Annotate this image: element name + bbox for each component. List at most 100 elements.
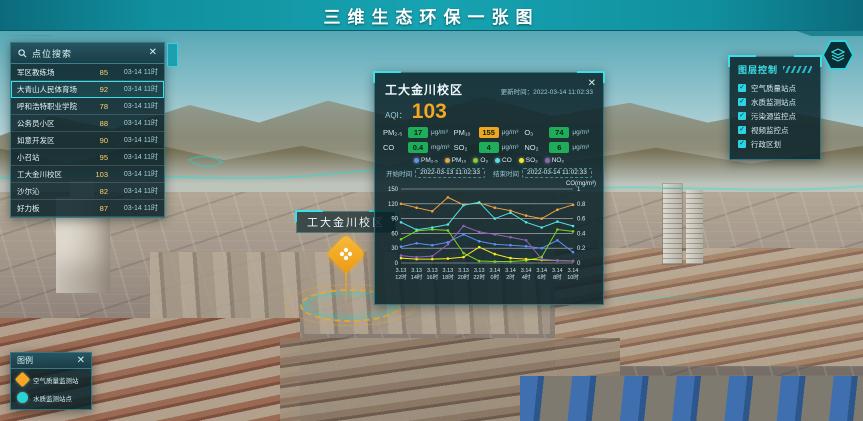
- svg-text:0.2: 0.2: [577, 246, 586, 252]
- map-legend-item[interactable]: 水质监测站点: [11, 387, 91, 405]
- checkbox-checked-icon[interactable]: ✓: [738, 126, 746, 134]
- legend-chip[interactable]: PM₂.₅: [414, 157, 438, 164]
- svg-text:0: 0: [577, 261, 581, 267]
- search-panel-title: 点位搜索: [32, 47, 144, 60]
- station-name: 呼和浩特职业学院: [17, 101, 90, 112]
- station-time: 03-14 11时: [114, 84, 158, 94]
- pollutant-unit: μg/m³: [572, 129, 589, 136]
- svg-text:16时: 16时: [426, 273, 438, 281]
- end-time-label: 结束时间: [493, 168, 519, 178]
- building-cluster-blueroof: [520, 376, 863, 421]
- checkbox-checked-icon[interactable]: ✓: [738, 140, 746, 148]
- station-aqi-value: 90: [90, 136, 108, 145]
- layer-toggle-item[interactable]: ✓ 水质监测站点: [738, 95, 812, 109]
- pollutant-cell: PM₂.₅ 17 μg/m³: [383, 127, 454, 138]
- map-legend-item[interactable]: 空气质量监测站: [11, 369, 91, 387]
- layer-toggle-item[interactable]: ✓ 空气质量站点: [738, 81, 812, 95]
- station-aqi-value: 103: [90, 170, 108, 179]
- station-row[interactable]: 呼和浩特职业学院 78 03-14 11时: [11, 98, 164, 115]
- station-row[interactable]: 工大金川校区 103 03-14 11时: [11, 166, 164, 183]
- svg-text:CO(mg/m³): CO(mg/m³): [566, 181, 596, 187]
- station-row[interactable]: 好力板 87 03-14 11时: [11, 200, 164, 217]
- legend-dot-icon: [519, 158, 524, 163]
- station-row[interactable]: 小召站 95 03-14 11时: [11, 149, 164, 166]
- chart-legend: PM₂.₅ PM₁₀ O₃ CO SO₂ NO₂: [383, 155, 595, 166]
- svg-text:0时: 0时: [491, 273, 500, 281]
- checkbox-checked-icon[interactable]: ✓: [738, 84, 746, 92]
- pollutant-value-badge: 4: [479, 142, 499, 153]
- svg-text:3.14: 3.14: [568, 268, 579, 274]
- layer-label: 行政区划: [751, 139, 781, 150]
- legend-chip[interactable]: NO₂: [545, 157, 564, 164]
- station-aqi-value: 88: [90, 119, 108, 128]
- station-aqi-value: 78: [90, 102, 108, 111]
- end-time-input[interactable]: 2022-03-14 11:02:33: [522, 168, 592, 178]
- svg-text:10时: 10时: [567, 273, 579, 281]
- svg-text:3.14: 3.14: [552, 268, 563, 274]
- building-tower-b: [686, 190, 703, 264]
- legend-chip[interactable]: SO₂: [519, 157, 538, 164]
- svg-text:3.13: 3.13: [443, 268, 454, 274]
- checkbox-checked-icon[interactable]: ✓: [738, 98, 746, 106]
- layers-icon: [824, 42, 852, 68]
- map-legend-panel: 图例 ✕ 空气质量监测站 水质监测站点: [10, 352, 92, 410]
- building-tower-a: [663, 184, 682, 264]
- pollutant-name: PM₂.₅: [383, 128, 405, 137]
- legend-chip[interactable]: PM₁₀: [445, 157, 467, 164]
- legend-dot-icon: [473, 158, 478, 163]
- svg-text:3.13: 3.13: [396, 268, 407, 274]
- search-panel-header: 点位搜索 ✕: [11, 43, 164, 64]
- station-row[interactable]: 军区教练场 85 03-14 11时: [11, 64, 164, 81]
- station-time: 03-14 11时: [114, 101, 158, 111]
- detail-header: 工大金川校区 更新时间：2022-03-14 11:02:33: [383, 73, 595, 100]
- legend-chip[interactable]: O₃: [473, 157, 488, 164]
- pollutant-name: O₃: [524, 128, 546, 137]
- pollutant-unit: mg/m³: [431, 144, 449, 151]
- layer-toggle-item[interactable]: ✓ 视频监控点: [738, 123, 812, 137]
- svg-text:0.4: 0.4: [577, 231, 586, 237]
- layer-label: 空气质量站点: [751, 83, 796, 94]
- start-time-group: 开始时间 2022-03-13 11:02:33: [386, 168, 485, 178]
- layer-label: 视频监控点: [751, 125, 789, 136]
- aqi-value: 103: [412, 101, 447, 123]
- panel-collapse-handle[interactable]: [167, 43, 178, 67]
- close-icon[interactable]: ✕: [149, 48, 157, 58]
- svg-text:3.13: 3.13: [458, 268, 469, 274]
- svg-text:14时: 14时: [411, 273, 423, 281]
- svg-text:20时: 20时: [458, 273, 470, 281]
- svg-text:90: 90: [391, 217, 398, 223]
- station-name: 好力板: [17, 203, 90, 214]
- start-time-input[interactable]: 2022-03-13 11:02:33: [415, 168, 485, 178]
- station-aqi-value: 82: [90, 187, 108, 196]
- update-time-value: 2022-03-14 11:02:33: [533, 89, 593, 96]
- legend-chip[interactable]: CO: [495, 157, 512, 164]
- checkbox-checked-icon[interactable]: ✓: [738, 112, 746, 120]
- layer-toggle-item[interactable]: ✓ 污染源监控点: [738, 109, 812, 123]
- legend-label: CO: [502, 157, 512, 164]
- layer-toggle-item[interactable]: ✓ 行政区划: [738, 137, 812, 151]
- pollutant-grid: PM₂.₅ 17 μg/m³ PM₁₀ 155 μg/m³ O₃ 74 μg/m…: [383, 125, 595, 155]
- legend-dot-icon: [545, 158, 550, 163]
- station-row[interactable]: 大青山人民体育场 92 03-14 11时: [11, 81, 164, 98]
- svg-text:3.14: 3.14: [489, 268, 500, 274]
- aqi-row: AQI： 103: [383, 100, 595, 125]
- pollutant-value-badge: 74: [549, 127, 569, 138]
- map-legend-list: 空气质量监测站 水质监测站点: [11, 369, 91, 405]
- pollutant-trend-chart[interactable]: 030609012015000.20.40.60.81CO(mg/m³)3.13…: [383, 179, 597, 297]
- pollutant-cell: NO₂ 6 μg/m³: [524, 142, 595, 153]
- layer-label: 污染源监控点: [751, 111, 796, 122]
- svg-text:12时: 12时: [395, 273, 407, 281]
- legend-marker-icon: [17, 392, 28, 403]
- station-row[interactable]: 公务员小区 88 03-14 11时: [11, 115, 164, 132]
- station-name: 工大金川校区: [17, 169, 90, 180]
- pollutant-value-badge: 6: [549, 142, 569, 153]
- close-icon[interactable]: ✕: [77, 356, 85, 366]
- pollutant-value-badge: 17: [408, 127, 428, 138]
- end-time-group: 结束时间 2022-03-14 11:02:33: [493, 168, 592, 178]
- close-icon[interactable]: ✕: [588, 79, 596, 89]
- svg-text:150: 150: [388, 187, 399, 193]
- station-row[interactable]: 如意开发区 90 03-14 11时: [11, 132, 164, 149]
- station-row[interactable]: 沙尔沁 82 03-14 11时: [11, 183, 164, 200]
- station-aqi-value: 92: [90, 85, 108, 94]
- pollutant-unit: μg/m³: [502, 144, 519, 151]
